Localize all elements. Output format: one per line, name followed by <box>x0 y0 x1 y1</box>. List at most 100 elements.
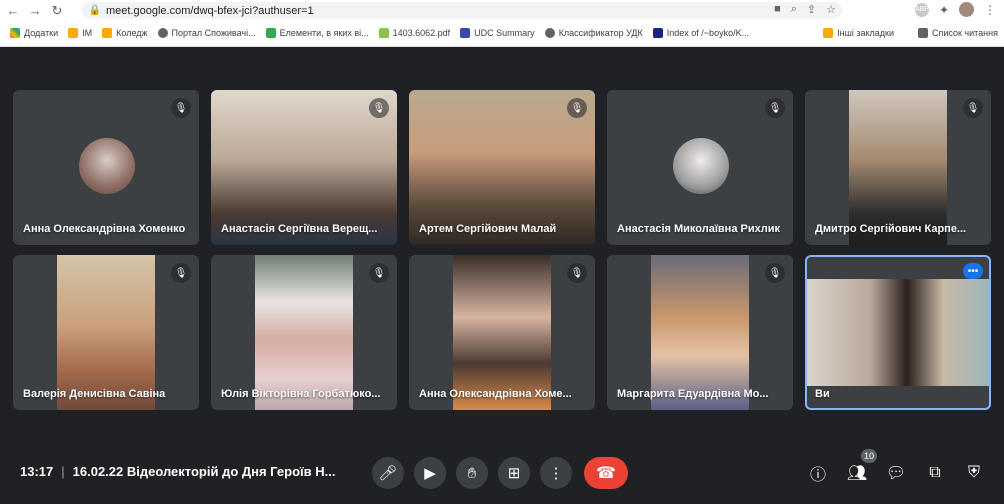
participant-name: Юлія Вікторівна Горбатюко... <box>221 388 381 400</box>
mic-off-icon: 🎙︎ <box>963 98 983 118</box>
forward-icon[interactable]: → <box>26 2 44 20</box>
address-bar[interactable]: 🔒 meet.google.com/dwq-bfex-jci?authuser=… <box>82 2 842 19</box>
microphone-button[interactable]: 🎤︎ <box>372 457 404 489</box>
apps-grid-icon <box>10 28 20 38</box>
bookmark-item[interactable]: Классификатор УДК <box>544 28 643 38</box>
meeting-title: 16.02.22 Відеолекторій до Дня Героїв Н..… <box>72 464 336 479</box>
reload-icon[interactable]: ↻ <box>48 2 66 20</box>
bookmark-item[interactable]: Коледж <box>102 28 148 38</box>
mic-off-icon: 🎙︎ <box>567 263 587 283</box>
url-text[interactable]: meet.google.com/dwq-bfex-jci?authuser=1 <box>106 5 314 17</box>
camera-icon: ▶ <box>424 465 436 482</box>
browser-toolbar: ← → ↻ 🔒 meet.google.com/dwq-bfex-jci?aut… <box>0 0 1004 21</box>
microphone-icon: 🎤︎ <box>378 465 398 482</box>
camera-button[interactable]: ▶ <box>414 457 446 489</box>
mic-off-icon: 🎙︎ <box>171 263 191 283</box>
mic-off-icon: 🎙︎ <box>765 98 785 118</box>
participant-name: Маргарита Едуардівна Мо... <box>617 388 769 400</box>
bookmark-item[interactable]: Index of /~boyko/K... <box>652 28 749 38</box>
site-icon <box>652 28 663 38</box>
participant-name: Ви <box>815 388 830 400</box>
bookmark-item[interactable]: 1403.6062.pdf <box>378 28 450 38</box>
chat-button[interactable]: 💬︎ <box>884 461 908 485</box>
participant-name: Анна Олександрівна Хоме... <box>419 388 572 400</box>
bookmarks-bar: Додатки IM Коледж Портал Споживачі... Ел… <box>0 24 1004 42</box>
participant-tile[interactable]: 🎙︎ Маргарита Едуардівна Мо... <box>607 255 793 410</box>
mic-off-icon: 🎙︎ <box>171 98 191 118</box>
participant-video <box>211 90 397 245</box>
shield-lock-icon: ⛨ <box>967 464 980 481</box>
bookmark-item[interactable]: Додатки <box>10 28 58 38</box>
folder-icon <box>102 28 113 38</box>
reading-list[interactable]: Список читання <box>917 28 998 38</box>
participant-avatar <box>79 138 135 194</box>
participant-tile[interactable]: 🎙︎ Анастасія Миколаївна Рихлик <box>607 90 793 245</box>
more-options-icon[interactable]: ••• <box>963 263 983 279</box>
meeting-controls-bar: 13:17 | 16.02.22 Відеолекторій до Дня Геро… <box>0 440 1004 504</box>
share-icon[interactable]: ⇪ <box>807 3 816 16</box>
activities-button[interactable]: ⧉ <box>923 461 947 485</box>
divider: | <box>61 464 65 479</box>
browser-chrome: ← → ↻ 🔒 meet.google.com/dwq-bfex-jci?aut… <box>0 0 1004 47</box>
back-icon[interactable]: ← <box>4 2 22 20</box>
participant-name: Артем Сергійович Малай <box>419 223 557 235</box>
chat-icon: 💬︎ <box>885 465 907 482</box>
participant-tile[interactable]: 🎙︎ Анна Олександрівна Хоменко <box>13 90 199 245</box>
activities-icon: ⧉ <box>929 464 941 481</box>
participant-tile[interactable]: 🎙︎ Дмитро Сергійович Карпе... <box>805 90 991 245</box>
more-options-button[interactable]: ⋮ <box>540 457 572 489</box>
participant-tile[interactable]: 🎙︎ Анна Олександрівна Хоме... <box>409 255 595 410</box>
participant-video <box>651 255 749 410</box>
menu-dots-icon[interactable]: ⋮ <box>984 3 996 17</box>
participant-tile[interactable]: 🎙︎ Юлія Вікторівна Горбатюко... <box>211 255 397 410</box>
participant-count-badge: 10 <box>861 449 877 463</box>
profile-avatar[interactable] <box>959 2 974 17</box>
participant-name: Дмитро Сергійович Карпе... <box>815 223 967 235</box>
udc-icon <box>460 28 471 38</box>
meeting-time: 13:17 <box>20 464 54 479</box>
self-tile[interactable]: ••• Ви <box>805 255 991 410</box>
folder-icon <box>823 28 834 38</box>
site-icon <box>265 28 276 38</box>
participant-video <box>409 90 595 245</box>
meeting-details-button[interactable]: ⓘ <box>806 461 830 485</box>
camera-icon[interactable]: ■ <box>774 3 781 16</box>
participant-name: Анастасія Сергіївна Верещ... <box>221 223 378 235</box>
participant-tile[interactable]: 🎙︎ Артем Сергійович Малай <box>409 90 595 245</box>
present-icon: ⊞ <box>507 465 521 482</box>
mic-off-icon: 🎙︎ <box>369 98 389 118</box>
participant-tile[interactable]: 🎙︎ Валерія Денисівна Савіна <box>13 255 199 410</box>
globe-icon <box>157 28 168 38</box>
hand-icon: ✋︎ <box>467 464 477 482</box>
present-button[interactable]: ⊞ <box>498 457 530 489</box>
people-button[interactable]: 👥︎ 10 <box>845 449 877 485</box>
bookmark-item[interactable]: Елементи, в яких ві... <box>265 28 369 38</box>
adblock-extension-icon[interactable]: ABP <box>914 2 929 17</box>
pdf-icon <box>378 28 389 38</box>
globe-icon <box>544 28 555 38</box>
other-bookmarks[interactable]: Інші закладки <box>823 28 894 38</box>
reading-list-icon <box>917 28 928 38</box>
leave-call-button[interactable]: ☎︎ <box>584 457 628 489</box>
participant-video <box>849 90 947 245</box>
participant-name: Валерія Денисівна Савіна <box>23 388 166 400</box>
mic-off-icon: 🎙︎ <box>369 263 389 283</box>
host-controls-button[interactable]: ⛨ <box>962 461 986 485</box>
mic-off-icon: 🎙︎ <box>567 98 587 118</box>
participant-video <box>255 255 353 410</box>
bookmark-item[interactable]: UDC Summary <box>460 28 535 38</box>
folder-icon <box>68 28 79 38</box>
mic-off-icon: 🎙︎ <box>765 263 785 283</box>
meeting-info: 13:17 | 16.02.22 Відеолекторій до Дня Геро… <box>20 464 336 479</box>
star-icon[interactable]: ☆ <box>826 3 836 16</box>
puzzle-extensions-icon[interactable]: ✦ <box>939 3 949 17</box>
participant-tile[interactable]: 🎙︎ Анастасія Сергіївна Верещ... <box>211 90 397 245</box>
raise-hand-button[interactable]: ✋︎ <box>456 457 488 489</box>
bookmark-item[interactable]: IM <box>68 28 92 38</box>
participant-name: Анна Олександрівна Хоменко <box>23 223 186 235</box>
zoom-icon[interactable]: ⌕ <box>791 3 797 16</box>
participant-video <box>453 255 551 410</box>
participant-name: Анастасія Миколаївна Рихлик <box>617 223 780 235</box>
self-video <box>807 279 989 386</box>
bookmark-item[interactable]: Портал Споживачі... <box>157 28 256 38</box>
